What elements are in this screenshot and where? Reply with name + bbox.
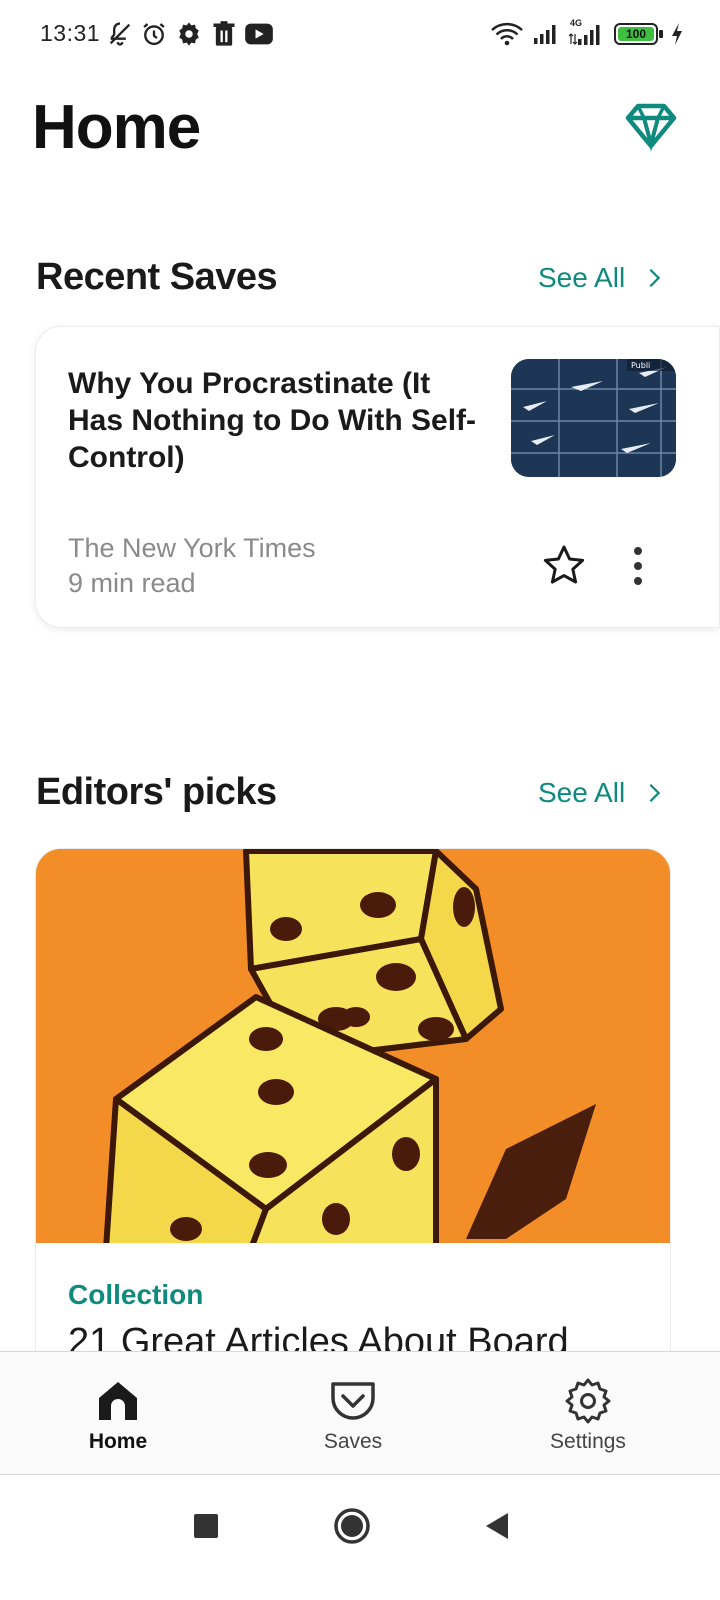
editors-pick-card[interactable]: Collection 21 Great Articles About Board xyxy=(35,848,671,1368)
status-time: 13:31 xyxy=(40,20,101,46)
chevron-right-icon xyxy=(649,783,661,803)
bottom-navigation: Home Saves Settings xyxy=(0,1351,720,1475)
status-right-group: 4G 100 xyxy=(490,18,684,50)
diamond-icon[interactable] xyxy=(624,98,678,152)
article-title: Why You Procrastinate (It Has Nothing to… xyxy=(68,367,477,474)
settings-gear-icon xyxy=(179,22,199,46)
home-circle-icon[interactable] xyxy=(332,1506,372,1546)
alarm-icon xyxy=(143,23,165,46)
recent-saves-see-all-button[interactable]: See All xyxy=(538,262,665,294)
battery-icon: 100 xyxy=(614,23,663,45)
recent-save-card[interactable]: Why You Procrastinate (It Has Nothing to… xyxy=(35,326,720,628)
charging-icon xyxy=(672,23,682,45)
svg-text:Publi: Publi xyxy=(631,361,650,370)
recent-saves-title: Recent Saves xyxy=(36,256,278,298)
article-thumbnail: Publi xyxy=(511,359,676,477)
status-bar: 13:31 4G 100 xyxy=(0,0,720,70)
favorite-star-icon[interactable] xyxy=(541,543,587,589)
nav-label-settings: Settings xyxy=(550,1430,626,1453)
trash-icon xyxy=(213,21,235,46)
editors-picks-see-all-button[interactable]: See All xyxy=(538,777,665,809)
editors-pick-image xyxy=(36,849,670,1252)
signal-icon xyxy=(534,25,556,44)
gear-icon xyxy=(565,1378,611,1424)
battery-level: 100 xyxy=(625,27,647,41)
signal-4g-icon: 4G xyxy=(568,18,606,48)
pocket-icon xyxy=(331,1382,375,1420)
home-icon xyxy=(99,1382,137,1420)
youtube-icon xyxy=(245,23,273,45)
wifi-icon xyxy=(491,22,523,46)
system-navigation-bar xyxy=(0,1476,720,1600)
article-read-time: 9 min read xyxy=(68,568,196,598)
editors-picks-title: Editors' picks xyxy=(36,771,277,813)
recents-square-icon[interactable] xyxy=(186,1506,226,1546)
nav-label-saves: Saves xyxy=(323,1430,383,1453)
page-title: Home xyxy=(32,93,201,162)
nav-item-home[interactable]: Home xyxy=(18,1352,218,1472)
bell-off-icon xyxy=(109,22,131,46)
nav-label-home: Home xyxy=(88,1430,148,1453)
article-source: The New York Times xyxy=(68,533,316,563)
see-all-label: See All xyxy=(538,777,626,808)
chevron-right-icon xyxy=(649,268,661,288)
see-all-label: See All xyxy=(538,262,626,293)
back-triangle-icon[interactable] xyxy=(478,1506,518,1546)
nav-item-saves[interactable]: Saves xyxy=(253,1352,453,1472)
pick-category-label: Collection xyxy=(68,1279,204,1310)
nav-item-settings[interactable]: Settings xyxy=(488,1352,688,1472)
more-options-icon[interactable] xyxy=(618,543,658,589)
